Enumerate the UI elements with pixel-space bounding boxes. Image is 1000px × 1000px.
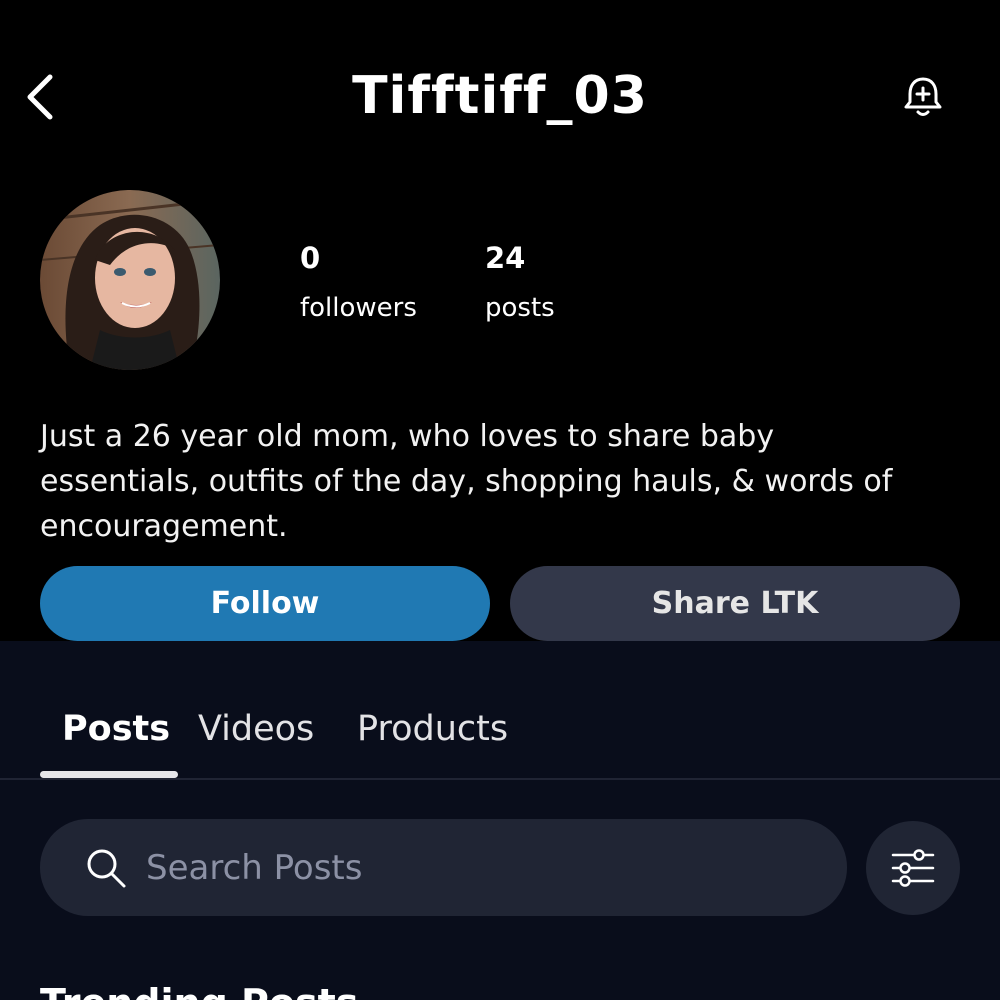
content-panel: Posts Videos Products Trending Posts — [0, 641, 1000, 1000]
followers-stat[interactable]: 0 followers — [300, 240, 417, 326]
tab-videos[interactable]: Videos — [198, 707, 314, 751]
followers-count: 0 — [300, 241, 321, 275]
search-bar[interactable] — [40, 819, 847, 916]
share-ltk-button[interactable]: Share LTK — [510, 566, 960, 641]
posts-count: 24 — [485, 241, 526, 275]
filter-button[interactable] — [866, 821, 960, 915]
profile-photo — [40, 190, 220, 370]
search-input[interactable] — [146, 847, 766, 888]
avatar[interactable] — [40, 190, 220, 370]
notify-button[interactable] — [898, 72, 948, 122]
trending-posts-heading: Trending Posts — [40, 978, 358, 1000]
search-icon — [84, 846, 128, 890]
active-tab-indicator — [40, 771, 178, 778]
page-title: Tifftiff_03 — [352, 66, 648, 126]
bell-plus-icon — [904, 77, 942, 116]
posts-label: posts — [485, 293, 555, 323]
follow-button[interactable]: Follow — [40, 566, 490, 641]
tab-products[interactable]: Products — [357, 707, 508, 751]
tab-posts[interactable]: Posts — [62, 707, 170, 751]
profile-bio: Just a 26 year old mom, who loves to sha… — [40, 419, 893, 544]
sliders-icon — [891, 849, 935, 887]
posts-stat[interactable]: 24 posts — [485, 240, 555, 326]
profile-header: Tifftiff_03 — [0, 0, 1000, 190]
followers-label: followers — [300, 293, 417, 323]
tab-divider — [0, 778, 1000, 780]
